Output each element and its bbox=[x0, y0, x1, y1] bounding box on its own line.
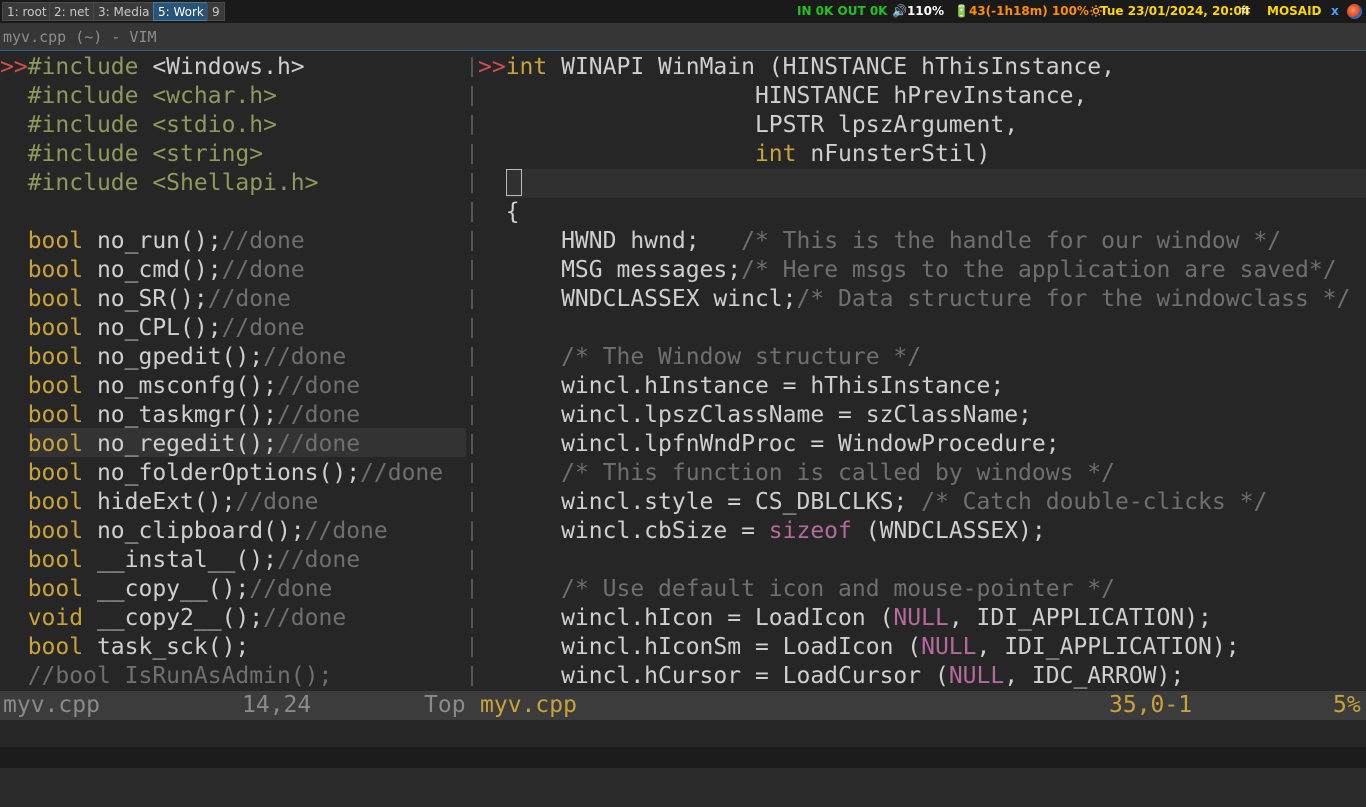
workspace-2[interactable]: 2: net bbox=[49, 2, 95, 21]
network-status: IN 0K OUT 0K bbox=[797, 4, 888, 18]
code-line: bool no_CPL();//done bbox=[27, 315, 305, 341]
code-line: /* Use default icon and mouse-pointer */ bbox=[561, 576, 1115, 602]
keyboard-layout: fr bbox=[1241, 4, 1251, 18]
right-status-position: 35,0-1 bbox=[1109, 692, 1193, 718]
workspace-1[interactable]: 1: root bbox=[2, 2, 52, 21]
code-line: wincl.hInstance = hThisInstance; bbox=[478, 373, 1005, 399]
code-line: void __copy2__();//done bbox=[27, 605, 347, 631]
code-line: bool task_sck(); bbox=[27, 634, 250, 660]
code-line: #include <wchar.h> bbox=[27, 83, 277, 109]
code-line: wincl.hIconSm = LoadIcon (NULL, IDI_APPL… bbox=[478, 634, 1240, 660]
code-line: WNDCLASSEX wincl;/* Data structure for t… bbox=[478, 286, 1351, 312]
vim-command-line[interactable] bbox=[0, 720, 1366, 768]
code-line: bool no_run();//done bbox=[27, 228, 305, 254]
right-status-line: myv.cpp 35,0-1 5% bbox=[478, 691, 1366, 720]
volume-status: 🔊110% bbox=[892, 4, 945, 18]
right-pane[interactable]: >>int WINAPI WinMain (HINSTANCE hThisIns… bbox=[478, 51, 1366, 691]
vertical-split-separator[interactable] bbox=[471, 57, 473, 691]
window-title-bar: myv.cpp (~) - VIM bbox=[0, 23, 1366, 51]
window-title: myv.cpp (~) - VIM bbox=[3, 28, 157, 46]
code-line: wincl.lpfnWndProc = WindowProcedure; bbox=[478, 431, 1060, 457]
code-line: bool hideExt();//done bbox=[27, 489, 319, 515]
username: MOSAID bbox=[1267, 4, 1322, 18]
code-line: { bbox=[478, 199, 520, 225]
code-line: //bool IsRunAsAdmin(); bbox=[27, 663, 333, 689]
code-line: bool no_msconfg();//done bbox=[27, 373, 361, 399]
code-line: bool no_folderOptions();//done bbox=[27, 460, 444, 486]
code-line: LPSTR lpszArgument, bbox=[478, 112, 1019, 138]
workspace-3[interactable]: 3: Media bbox=[93, 2, 155, 21]
left-pane[interactable]: >>#include <Windows.h> #include <wchar.h… bbox=[0, 51, 470, 691]
right-status-filename: myv.cpp bbox=[480, 692, 577, 718]
code-line: wincl.lpszClassName = szClassName; bbox=[478, 402, 1032, 428]
code-line: bool __instal__();//done bbox=[27, 547, 361, 573]
close-button[interactable]: x bbox=[1331, 0, 1339, 23]
left-status-line: myv.cpp 14,24 Top bbox=[0, 691, 470, 720]
cursor-line-highlight bbox=[506, 169, 1366, 198]
left-status-filename: myv.cpp bbox=[3, 692, 100, 718]
code-line: bool no_clipboard();//done bbox=[27, 518, 388, 544]
battery-status: 🔋43(-1h18m) 100%🔅 bbox=[954, 4, 1104, 18]
code-line: bool no_regedit();//done bbox=[27, 431, 361, 457]
code-line: bool no_cmd();//done bbox=[27, 257, 305, 283]
code-line: wincl.style = CS_DBLCLKS; /* Catch doubl… bbox=[478, 489, 1268, 515]
code-line: wincl.hIcon = LoadIcon (NULL, IDI_APPLIC… bbox=[478, 605, 1212, 631]
status-divider bbox=[470, 691, 478, 720]
workspace-5[interactable]: 5: Work bbox=[153, 2, 209, 21]
code-line: bool no_SR();//done bbox=[27, 286, 291, 312]
code-line: wincl.cbSize = sizeof (WNDCLASSEX); bbox=[478, 518, 1046, 544]
clock: Tue 23/01/2024, 20:04 bbox=[1100, 4, 1251, 18]
top-bar: 1: root 2: net 3: Media 5: Work 9 IN 0K … bbox=[0, 0, 1366, 23]
code-line: bool __copy__();//done bbox=[27, 576, 333, 602]
code-line: bool no_gpedit();//done bbox=[27, 344, 347, 370]
workspace-9[interactable]: 9 bbox=[207, 2, 225, 21]
code-line: /* The Window structure */ bbox=[561, 344, 922, 370]
code-line: #include <Shellapi.h> bbox=[27, 170, 319, 196]
code-line: MSG messages;/* Here msgs to the applica… bbox=[478, 257, 1337, 283]
left-status-position: 14,24 bbox=[242, 692, 312, 718]
bottom-bar bbox=[0, 747, 1366, 768]
code-line: HWND hwnd; /* This is the handle for our… bbox=[478, 228, 1282, 254]
code-line: HINSTANCE hPrevInstance, bbox=[478, 83, 1088, 109]
code-line: >>#include <Windows.h> bbox=[0, 54, 305, 80]
app-icon bbox=[1347, 4, 1362, 19]
vim-editor[interactable]: >>#include <Windows.h> #include <wchar.h… bbox=[0, 51, 1366, 691]
code-line: >>int WINAPI WinMain (HINSTANCE hThisIns… bbox=[478, 54, 1115, 80]
code-line: #include <stdio.h> bbox=[27, 112, 277, 138]
code-line: /* This function is called by windows */ bbox=[561, 460, 1115, 486]
right-status-scroll: 5% bbox=[1333, 692, 1361, 718]
code-line: bool no_taskmgr();//done bbox=[27, 402, 361, 428]
left-status-scroll: Top bbox=[424, 692, 466, 718]
text-cursor bbox=[506, 169, 522, 196]
code-line: #include <string> bbox=[27, 141, 264, 167]
code-line: int nFunsterStil) bbox=[754, 141, 991, 167]
code-line: wincl.hCursor = LoadCursor (NULL, IDC_AR… bbox=[478, 663, 1185, 689]
